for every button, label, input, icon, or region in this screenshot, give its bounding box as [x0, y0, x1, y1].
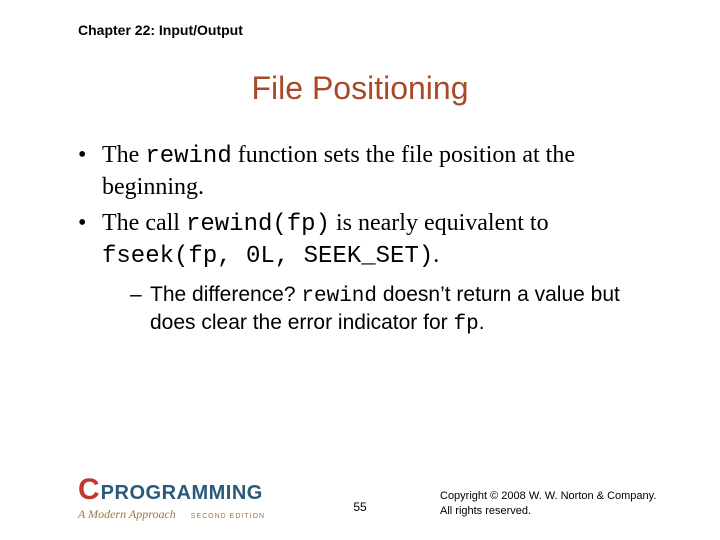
- copyright: Copyright © 2008 W. W. Norton & Company.…: [440, 489, 660, 518]
- slide: Chapter 22: Input/Output File Positionin…: [0, 0, 720, 540]
- code: rewind: [145, 143, 231, 170]
- text: The: [102, 142, 145, 168]
- code: rewind(fp): [186, 211, 330, 238]
- copyright-line: Copyright © 2008 W. W. Norton & Company.: [440, 489, 660, 503]
- body: The rewind function sets the file positi…: [78, 140, 660, 345]
- text: .: [433, 242, 439, 268]
- logo-edition: SECOND EDITION: [191, 513, 265, 520]
- code: fp: [453, 313, 478, 336]
- text: The difference?: [150, 283, 301, 306]
- bullet-item: The rewind function sets the file positi…: [78, 140, 660, 202]
- bullet-list: The rewind function sets the file positi…: [78, 140, 660, 339]
- footer: C PROGRAMMING A Modern Approach SECOND E…: [0, 472, 720, 522]
- text: .: [479, 311, 485, 334]
- text: The call: [102, 210, 186, 236]
- code: fseek(fp, 0L, SEEK_SET): [102, 243, 433, 270]
- slide-title: File Positioning: [0, 70, 720, 107]
- chapter-header: Chapter 22: Input/Output: [78, 22, 243, 38]
- book-logo: C PROGRAMMING A Modern Approach SECOND E…: [78, 475, 288, 522]
- sub-list: The difference? rewind doesn’t return a …: [102, 282, 660, 339]
- code: rewind: [301, 285, 377, 308]
- copyright-line: All rights reserved.: [440, 504, 660, 518]
- sub-item: The difference? rewind doesn’t return a …: [130, 282, 660, 339]
- text: is nearly equivalent to: [330, 210, 549, 236]
- bullet-item: The call rewind(fp) is nearly equivalent…: [78, 208, 660, 339]
